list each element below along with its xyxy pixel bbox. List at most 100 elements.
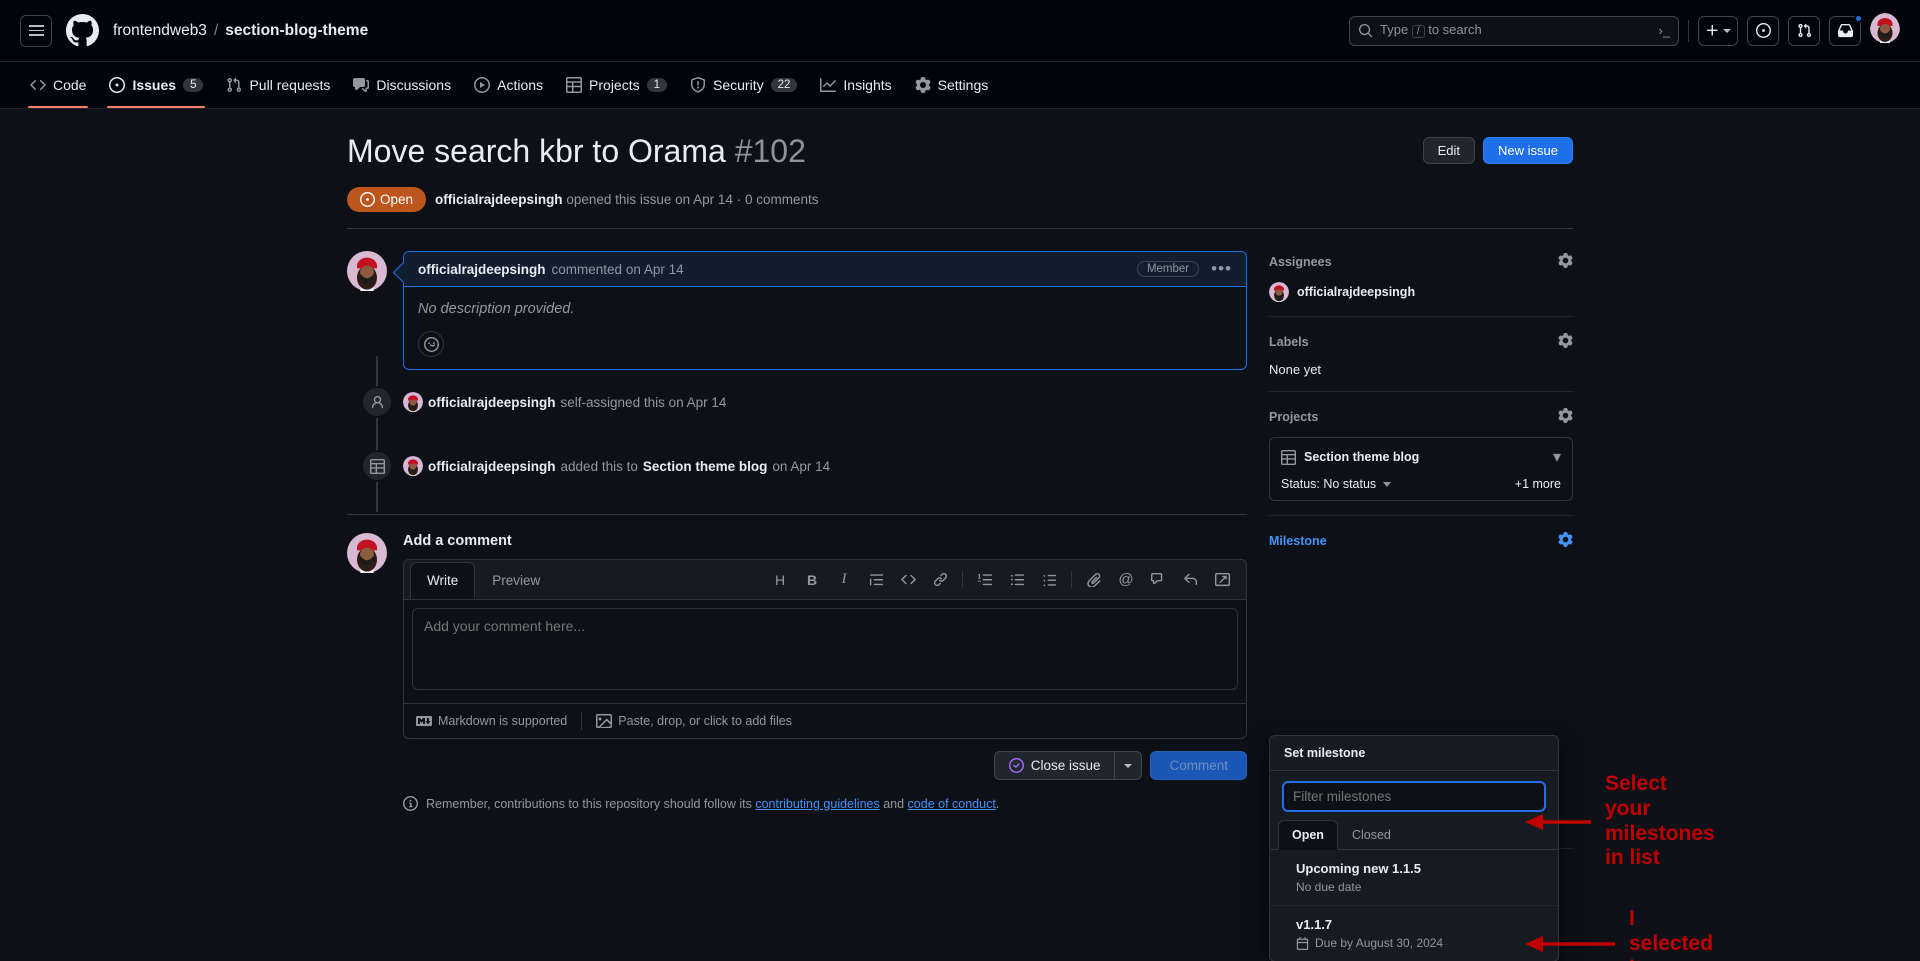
add-reaction-button[interactable]: [418, 331, 444, 357]
milestone-due-text: Due by August 30, 2024: [1315, 936, 1444, 950]
comment-submit-button[interactable]: Comment: [1150, 751, 1247, 780]
projects-settings-button[interactable]: [1558, 408, 1573, 426]
issue-comment: officialrajdeepsingh commented on Apr 14…: [347, 251, 1247, 370]
tab-preview[interactable]: Preview: [475, 562, 557, 599]
hamburger-menu-icon[interactable]: [20, 14, 52, 47]
close-issue-button[interactable]: Close issue: [993, 751, 1115, 780]
notifications-button[interactable]: [1829, 13, 1863, 46]
tab-open-milestones[interactable]: Open: [1278, 820, 1338, 850]
note-before: Remember, contributions to this reposito…: [426, 796, 752, 811]
git-pull-request-icon: [227, 77, 242, 93]
gear-icon: [1558, 333, 1573, 348]
avatar[interactable]: [347, 251, 387, 370]
italic-icon[interactable]: I: [830, 567, 858, 593]
timeline-author[interactable]: officialrajdeepsingh: [428, 395, 556, 410]
create-new-button[interactable]: [1698, 15, 1738, 46]
issue-author[interactable]: officialrajdeepsingh: [435, 192, 563, 207]
nav-item-counter: 1: [646, 78, 668, 92]
nav-item-label: Projects: [589, 77, 640, 93]
assignees-settings-button[interactable]: [1558, 253, 1573, 271]
avatar[interactable]: [1870, 13, 1900, 48]
tab-closed-milestones[interactable]: Closed: [1338, 820, 1405, 850]
chevron-down-icon[interactable]: [1383, 481, 1392, 487]
link-icon[interactable]: [926, 567, 954, 593]
timeline-divider: [347, 514, 1247, 515]
project-name[interactable]: Section theme blog: [1304, 450, 1419, 464]
reference-icon[interactable]: [1144, 567, 1172, 593]
project-status-text[interactable]: Status: No status: [1281, 477, 1376, 491]
search-input[interactable]: Type / to search ›_: [1349, 15, 1679, 46]
arrow-left-icon: [1525, 813, 1591, 830]
labels-settings-button[interactable]: [1558, 333, 1573, 351]
search-icon: [1358, 23, 1373, 38]
avatar[interactable]: [403, 456, 423, 476]
milestone-settings-button[interactable]: [1558, 532, 1573, 550]
edit-button[interactable]: Edit: [1422, 137, 1476, 164]
code-icon[interactable]: [894, 567, 922, 593]
timeline-project-name[interactable]: Section theme blog: [643, 459, 768, 474]
gear-icon: [915, 77, 931, 93]
issue-meta-text: officialrajdeepsingh opened this issue o…: [435, 192, 818, 207]
milestone-label[interactable]: Milestone: [1269, 534, 1327, 548]
reply-icon[interactable]: [1176, 567, 1204, 593]
nav-item-label: Issues: [132, 77, 177, 93]
nav-item-actions[interactable]: Actions: [464, 62, 553, 108]
milestone-filter-input[interactable]: [1282, 781, 1546, 812]
pull-requests-button[interactable]: [1788, 15, 1820, 46]
nav-item-issues[interactable]: Issues 5: [99, 62, 213, 108]
toolbar-separator: [1071, 571, 1072, 588]
milestone-option[interactable]: v1.1.7 Due by August 30, 2024: [1270, 906, 1558, 961]
editor-toolbar: H B I @: [766, 567, 1240, 593]
fullscreen-icon[interactable]: [1208, 567, 1236, 593]
terminal-icon[interactable]: ›_: [1658, 23, 1670, 38]
quote-icon[interactable]: [862, 567, 890, 593]
nav-item-insights[interactable]: Insights: [810, 62, 901, 108]
avatar[interactable]: [347, 533, 387, 811]
ordered-list-icon[interactable]: [971, 567, 999, 593]
note-mid: and: [883, 796, 905, 811]
attach-file-icon[interactable]: [1080, 567, 1108, 593]
nav-item-security[interactable]: Security 22: [680, 62, 807, 108]
code-of-conduct-link[interactable]: code of conduct: [908, 797, 996, 811]
attach-files-note[interactable]: Paste, drop, or click to add files: [596, 713, 792, 729]
comment-author[interactable]: officialrajdeepsingh: [418, 262, 546, 277]
nav-item-discussions[interactable]: Discussions: [343, 62, 461, 108]
close-issue-dropdown-button[interactable]: [1114, 751, 1143, 780]
assignees-header: Assignees: [1269, 253, 1573, 271]
nav-item-pull-requests[interactable]: Pull requests: [216, 62, 340, 108]
milestone-option[interactable]: Upcoming new 1.1.5 No due date: [1270, 850, 1558, 906]
toolbar-separator: [962, 571, 963, 588]
nav-item-projects[interactable]: Projects 1: [556, 62, 677, 108]
issues-button[interactable]: [1747, 15, 1779, 46]
issue-title-row: Move search kbr to Orama #102 Edit New i…: [347, 131, 1573, 171]
info-icon: [403, 796, 418, 811]
avatar[interactable]: [403, 392, 423, 412]
nav-item-settings[interactable]: Settings: [905, 62, 999, 108]
page-body: Move search kbr to Orama #102 Edit New i…: [0, 109, 1920, 961]
comment-textarea[interactable]: [412, 608, 1238, 690]
timeline-author[interactable]: officialrajdeepsingh: [428, 459, 556, 474]
timeline-action: self-assigned this on Apr 14: [560, 394, 727, 410]
contributing-guidelines-link[interactable]: contributing guidelines: [755, 797, 879, 811]
chevron-down-icon[interactable]: ▾: [1553, 447, 1561, 467]
labels-empty-text: None yet: [1269, 362, 1322, 377]
bold-icon[interactable]: B: [798, 567, 826, 593]
comment-card: officialrajdeepsingh commented on Apr 14…: [403, 251, 1247, 370]
assignee-item[interactable]: officialrajdeepsingh: [1269, 282, 1573, 302]
comment-menu-button[interactable]: •••: [1211, 260, 1232, 277]
search-placeholder: Type / to search: [1380, 22, 1482, 38]
project-more-link[interactable]: +1 more: [1515, 477, 1561, 491]
breadcrumb-repo[interactable]: section-blog-theme: [225, 22, 368, 40]
markdown-supported-note[interactable]: Markdown is supported: [416, 713, 567, 729]
annotation-selected: I selected it.: [1525, 907, 1713, 961]
status-badge-label: Open: [380, 192, 414, 207]
breadcrumb-owner[interactable]: frontendweb3: [113, 22, 207, 40]
new-issue-button[interactable]: New issue: [1483, 137, 1573, 164]
mention-icon[interactable]: @: [1112, 567, 1140, 593]
heading-icon[interactable]: H: [766, 567, 794, 593]
tab-write[interactable]: Write: [410, 561, 476, 599]
unordered-list-icon[interactable]: [1003, 567, 1031, 593]
task-list-icon[interactable]: [1035, 567, 1063, 593]
nav-item-code[interactable]: Code: [20, 62, 96, 108]
github-logo-icon[interactable]: [66, 14, 99, 47]
